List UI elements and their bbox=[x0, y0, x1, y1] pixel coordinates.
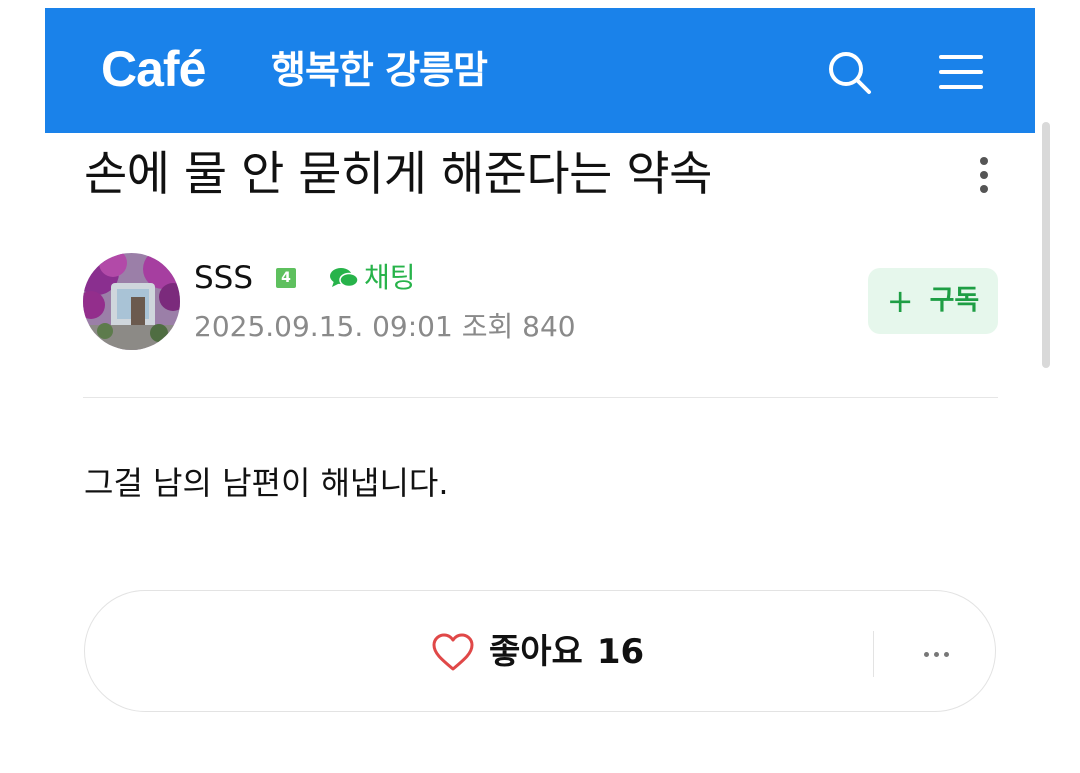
member-level-badge: 4 bbox=[276, 268, 296, 288]
heart-icon bbox=[432, 633, 474, 671]
like-label: 좋아요 bbox=[489, 632, 583, 672]
more-horizontal-icon-dot bbox=[943, 651, 949, 657]
menu-button[interactable] bbox=[933, 44, 989, 100]
scrollbar[interactable] bbox=[1042, 122, 1050, 368]
more-vertical-icon-dot bbox=[980, 185, 988, 193]
post-more-button[interactable] bbox=[962, 147, 1006, 203]
author-name[interactable]: SSS bbox=[194, 256, 253, 300]
post-meta: 2025.09.15. 09:01 조회 840 bbox=[194, 310, 576, 343]
search-icon bbox=[829, 52, 871, 94]
more-vertical-icon-dot bbox=[980, 171, 988, 179]
cafe-header: Café 행복한 강릉맘 bbox=[45, 8, 1035, 133]
post-title: 손에 물 안 묻히게 해준다는 약속 bbox=[84, 147, 712, 202]
avatar[interactable] bbox=[83, 253, 180, 350]
search-button[interactable] bbox=[821, 44, 877, 100]
reaction-more-button[interactable] bbox=[905, 631, 967, 677]
cafe-name[interactable]: 행복한 강릉맘 bbox=[271, 42, 488, 98]
chat-label: 채팅 bbox=[364, 261, 416, 294]
subscribe-label: 구독 bbox=[929, 285, 980, 316]
divider bbox=[83, 397, 998, 398]
subscribe-button[interactable]: + 구독 bbox=[868, 268, 998, 334]
chat-button[interactable]: 채팅 bbox=[328, 256, 416, 300]
cafe-logo[interactable]: Café bbox=[101, 34, 206, 104]
chat-bubble-icon bbox=[330, 268, 359, 288]
like-count: 16 bbox=[596, 632, 645, 672]
more-horizontal-icon bbox=[923, 651, 929, 657]
post-body: 그걸 남의 남편이 해냅니다. bbox=[84, 464, 449, 502]
more-vertical-icon bbox=[980, 157, 988, 165]
avatar-image bbox=[83, 253, 180, 350]
reaction-separator bbox=[873, 631, 874, 677]
menu-icon bbox=[939, 55, 983, 89]
reaction-bar: 좋아요 16 bbox=[84, 590, 996, 712]
plus-icon: + bbox=[886, 282, 914, 320]
more-horizontal-icon-dot bbox=[933, 651, 939, 657]
like-button[interactable]: 좋아요 16 bbox=[431, 627, 644, 677]
